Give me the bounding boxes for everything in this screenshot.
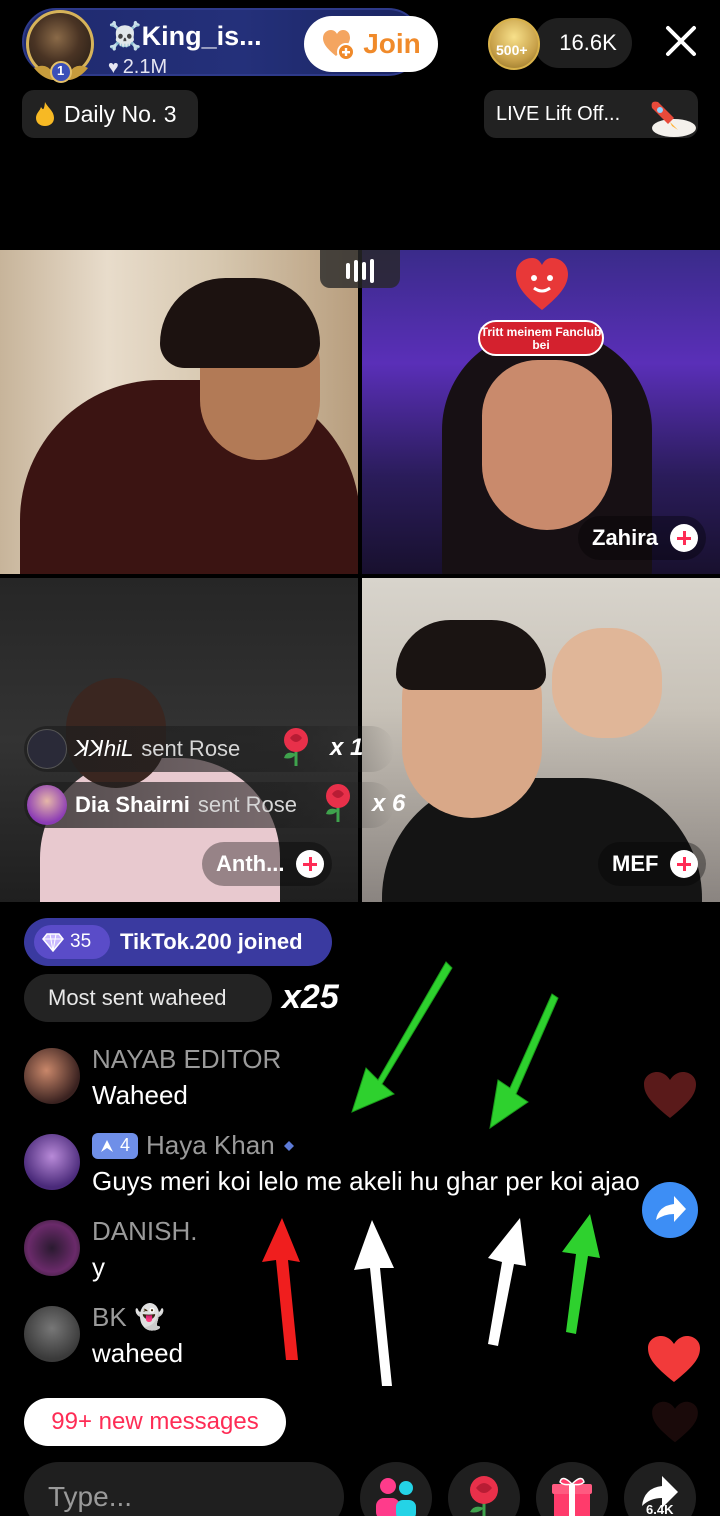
follow-plus-icon[interactable] <box>670 850 699 878</box>
gift-sender-name: Dia Shairni <box>75 792 190 817</box>
rose-icon <box>470 1476 498 1516</box>
guest-name-tag-mef[interactable]: MEF <box>598 842 707 886</box>
host-info-pill[interactable]: 1 ☠️King_is... ♥ 2.1M Join <box>22 8 438 83</box>
gift-action: sent Rose <box>141 736 241 761</box>
layout-bar-icon <box>354 260 358 282</box>
mef-video-hair <box>396 620 546 690</box>
comment-input[interactable]: Type... <box>24 1462 344 1516</box>
gift-multiplier: x 6 <box>372 790 406 817</box>
video-tile-host[interactable] <box>0 250 358 574</box>
chat-avatar[interactable] <box>24 1306 80 1362</box>
gift-action: sent Rose <box>197 792 297 817</box>
chat-username[interactable]: NAYAB EDITOR <box>92 1044 281 1075</box>
chat-message: 4 Haya Khan Guys meri koi lelo me akeli … <box>24 1130 704 1200</box>
gift-sender-name: ꓘꓘhiꓡ <box>75 736 134 761</box>
joined-text: TikTok.200 joined <box>120 929 303 954</box>
heart-plus-icon <box>323 30 356 61</box>
viewer-count[interactable]: 16.6K <box>534 18 632 68</box>
top-viewer-avatar[interactable]: 500+ <box>488 18 540 70</box>
rose-gift-button[interactable] <box>448 1462 520 1516</box>
share-count: 6.4K <box>646 1502 674 1516</box>
chat-message: DANISH. y <box>24 1216 704 1286</box>
guest-name-tag-anth[interactable]: Anth... <box>202 842 333 886</box>
join-button[interactable]: Join <box>304 16 438 72</box>
follow-plus-icon[interactable] <box>296 850 325 878</box>
multi-guest-button[interactable] <box>360 1462 432 1516</box>
diamond-count: 35 <box>70 931 92 952</box>
chat-avatar[interactable] <box>24 1220 80 1276</box>
layout-bar-icon <box>346 263 350 279</box>
layout-bar-icon <box>370 259 374 283</box>
video-tile-mef[interactable]: MEF <box>362 578 720 902</box>
new-messages-button[interactable]: 99+ new messages <box>24 1398 286 1446</box>
daily-rank-pill[interactable]: Daily No. 3 <box>22 90 198 138</box>
gift-sender-avatar <box>27 729 67 769</box>
fanclub-sticker[interactable]: Tritt meinem Fanclub bei <box>478 320 604 356</box>
mef-video-fist <box>552 628 662 738</box>
chat-username-row: BK 👻 <box>92 1302 165 1333</box>
share-arrow-icon <box>656 1196 686 1222</box>
chat-username[interactable]: Haya Khan <box>146 1130 275 1161</box>
most-sent-pill[interactable]: Most sent waheed <box>24 974 272 1022</box>
heart-icon: ♥ <box>108 57 119 77</box>
layout-bar-icon <box>362 262 366 280</box>
chat-message: BK 👻 waheed <box>24 1302 704 1372</box>
layout-toggle-button[interactable] <box>320 250 400 288</box>
chat-avatar[interactable] <box>24 1048 80 1104</box>
floating-heart-icon <box>644 1072 696 1118</box>
gift-multiplier: x 1 <box>330 734 364 761</box>
chat-username[interactable]: BK <box>92 1302 127 1333</box>
rose-icon <box>326 784 350 822</box>
chat-text: Guys meri koi lelo me akeli hu ghar per … <box>92 1166 640 1196</box>
people-icon <box>376 1478 416 1516</box>
fanclub-heart-icon <box>516 258 568 310</box>
chat-username-row: 4 Haya Khan <box>92 1130 295 1161</box>
most-sent-multiplier: x25 <box>282 978 339 1016</box>
chat-text: Waheed <box>92 1080 188 1110</box>
level-chevron-icon <box>101 1139 113 1152</box>
chat-username[interactable]: DANISH. <box>92 1216 197 1247</box>
host-likes: ♥ 2.1M <box>108 56 167 79</box>
close-icon[interactable] <box>656 16 706 66</box>
chat-avatar[interactable] <box>24 1134 80 1190</box>
user-level-badge: 4 <box>92 1132 139 1159</box>
daily-rank-label: Daily No. 3 <box>64 100 177 127</box>
user-joined-notice: 35 TikTok.200 joined <box>24 918 332 966</box>
guest-name-anth: Anth... <box>216 851 285 876</box>
chat-message: NAYAB EDITOR Waheed <box>24 1044 704 1114</box>
viewer-badge-label: 500+ <box>496 42 528 58</box>
liftoff-label: LIVE Lift Off... <box>496 102 621 125</box>
guest-name-tag-zahira[interactable]: Zahira <box>578 516 707 560</box>
zahira-video-face <box>482 360 612 530</box>
follow-plus-icon[interactable] <box>670 524 699 552</box>
floating-heart-icon <box>652 1401 698 1443</box>
share-floating-button[interactable] <box>642 1182 698 1238</box>
flame-icon <box>36 102 54 126</box>
guest-name-mef: MEF <box>612 851 659 876</box>
rocket-icon <box>651 101 696 137</box>
ghost-icon: 👻 <box>134 1304 165 1331</box>
diamond-icon <box>42 933 64 952</box>
host-name: ☠️King_is... <box>108 21 262 51</box>
host-likes-count: 2.1M <box>122 56 168 78</box>
diamond-small-icon <box>283 1140 294 1151</box>
host-video-hair <box>160 278 320 368</box>
join-label: Join <box>363 28 421 59</box>
rose-icon <box>284 728 308 766</box>
floating-heart-icon <box>648 1336 700 1382</box>
gift-button[interactable] <box>536 1462 608 1516</box>
gift-sender-avatar <box>27 785 67 825</box>
host-level-number: 1 <box>57 63 65 78</box>
user-level-number: 4 <box>120 1135 131 1155</box>
gift-box-icon <box>552 1477 592 1516</box>
chat-text: waheed <box>92 1338 184 1368</box>
guest-name-zahira: Zahira <box>592 525 659 550</box>
chat-text: y <box>92 1252 105 1282</box>
diamond-badge: 35 <box>34 925 110 959</box>
